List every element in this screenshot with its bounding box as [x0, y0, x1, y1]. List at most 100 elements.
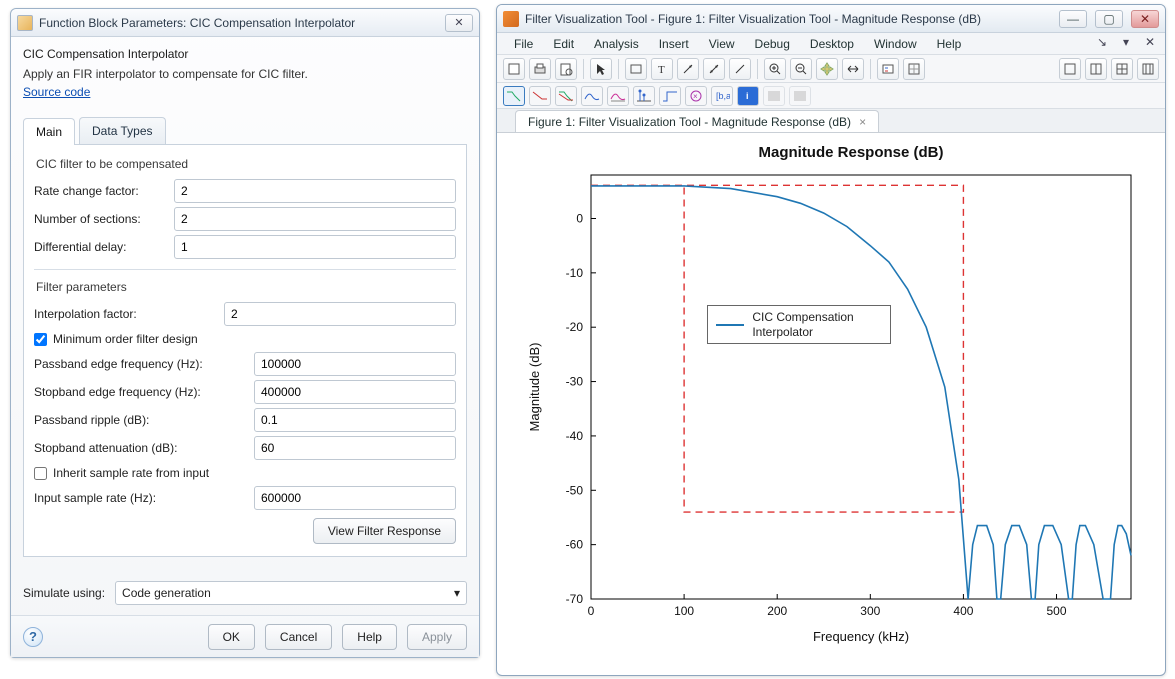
- legend-swatch: [716, 324, 744, 326]
- pan-icon[interactable]: [816, 58, 838, 80]
- stopband-edge-label: Stopband edge frequency (Hz):: [34, 385, 254, 399]
- phase-response-icon[interactable]: [529, 86, 551, 106]
- figure-doc-tab[interactable]: Figure 1: Filter Visualization Tool - Ma…: [515, 110, 879, 132]
- close-button[interactable]: ✕: [1131, 10, 1159, 28]
- polezero-icon[interactable]: ×: [685, 86, 707, 106]
- apply-button[interactable]: Apply: [407, 624, 467, 650]
- fvtool-window: Filter Visualization Tool - Figure 1: Fi…: [496, 4, 1166, 676]
- svg-text:×: ×: [693, 92, 698, 101]
- figure-titlebar[interactable]: Filter Visualization Tool - Figure 1: Fi…: [497, 5, 1165, 33]
- zoom-in-icon[interactable]: [764, 58, 786, 80]
- dialog-close-button[interactable]: ✕: [445, 14, 473, 32]
- menu-help[interactable]: Help: [928, 35, 971, 53]
- new-figure-icon[interactable]: [503, 58, 525, 80]
- cancel-button[interactable]: Cancel: [265, 624, 332, 650]
- block-parameters-dialog: Function Block Parameters: CIC Compensat…: [10, 8, 480, 658]
- stopband-edge-input[interactable]: [254, 380, 456, 404]
- mag-phase-icon[interactable]: [555, 86, 577, 106]
- magnitude-response-icon[interactable]: [503, 86, 525, 106]
- svg-text:-10: -10: [566, 266, 584, 280]
- grid-toggle-icon[interactable]: [903, 58, 925, 80]
- menu-desktop[interactable]: Desktop: [801, 35, 863, 53]
- stopband-atten-input[interactable]: [254, 436, 456, 460]
- print-preview-icon[interactable]: [555, 58, 577, 80]
- block-description: Apply an FIR interpolator to compensate …: [23, 67, 467, 81]
- layout-1x1-icon[interactable]: [1059, 58, 1081, 80]
- print-icon[interactable]: [529, 58, 551, 80]
- ok-button[interactable]: OK: [208, 624, 255, 650]
- menu-debug[interactable]: Debug: [746, 35, 799, 53]
- menu-analysis[interactable]: Analysis: [585, 35, 648, 53]
- legend-toggle-icon[interactable]: [877, 58, 899, 80]
- annotate-rect-icon[interactable]: [625, 58, 647, 80]
- annotate-arrow-icon[interactable]: [677, 58, 699, 80]
- menu-edit[interactable]: Edit: [544, 35, 583, 53]
- interp-factor-input[interactable]: [224, 302, 456, 326]
- dialog-titlebar[interactable]: Function Block Parameters: CIC Compensat…: [11, 9, 479, 37]
- svg-text:Magnitude Response (dB): Magnitude Response (dB): [758, 144, 943, 161]
- minimize-button[interactable]: —: [1059, 10, 1087, 28]
- dock-close-icon[interactable]: ✕: [1141, 35, 1159, 49]
- matlab-icon: [503, 11, 519, 27]
- layout-1x2-icon[interactable]: [1085, 58, 1107, 80]
- inherit-rate-checkbox[interactable]: [34, 467, 47, 480]
- svg-text:-40: -40: [566, 429, 584, 443]
- tab-data-types[interactable]: Data Types: [79, 117, 165, 144]
- context-help-icon[interactable]: ?: [23, 627, 43, 647]
- plot-legend[interactable]: CIC Compensation Interpolator: [707, 305, 891, 344]
- zoom-x-icon[interactable]: [842, 58, 864, 80]
- sample-rate-input[interactable]: [254, 486, 456, 510]
- menu-window[interactable]: Window: [865, 35, 926, 53]
- passband-ripple-label: Passband ripple (dB):: [34, 413, 254, 427]
- svg-text:0: 0: [576, 211, 583, 225]
- pointer-icon[interactable]: [590, 58, 612, 80]
- help-button[interactable]: Help: [342, 624, 397, 650]
- rate-change-label: Rate change factor:: [34, 184, 174, 198]
- group-delay-icon[interactable]: [581, 86, 603, 106]
- coefficients-icon[interactable]: [b,a]: [711, 86, 733, 106]
- menu-file[interactable]: File: [505, 35, 542, 53]
- menu-insert[interactable]: Insert: [650, 35, 698, 53]
- source-code-link[interactable]: Source code: [23, 85, 90, 99]
- rate-change-input[interactable]: [174, 179, 456, 203]
- min-order-label: Minimum order filter design: [53, 332, 198, 346]
- impulse-response-icon[interactable]: [633, 86, 655, 106]
- passband-ripple-input[interactable]: [254, 408, 456, 432]
- svg-text:0: 0: [588, 604, 595, 618]
- step-response-icon[interactable]: [659, 86, 681, 106]
- phase-delay-icon[interactable]: [607, 86, 629, 106]
- dock-menu-icon[interactable]: ▾: [1117, 35, 1135, 49]
- svg-text:T: T: [658, 64, 665, 76]
- zoom-out-icon[interactable]: [790, 58, 812, 80]
- annotate-line-icon[interactable]: [729, 58, 751, 80]
- dock-undock-icon[interactable]: ↘: [1093, 35, 1111, 49]
- group-cic-caption: CIC filter to be compensated: [36, 157, 456, 171]
- min-order-checkbox[interactable]: [34, 333, 47, 346]
- svg-text:200: 200: [767, 604, 787, 618]
- round-off-noise-icon[interactable]: [763, 86, 785, 106]
- figure-toolbar: T: [497, 55, 1165, 83]
- magnitude-estimate-icon[interactable]: [789, 86, 811, 106]
- plot-area: Magnitude Response (dB)0100200300400500-…: [497, 139, 1165, 659]
- figure-menubar: File Edit Analysis Insert View Debug Des…: [497, 33, 1165, 55]
- diff-delay-input[interactable]: [174, 235, 456, 259]
- annotate-text-icon[interactable]: T: [651, 58, 673, 80]
- menu-view[interactable]: View: [700, 35, 744, 53]
- fvtool-toolbar: × [b,a] i: [497, 83, 1165, 109]
- figure-doc-tab-close-icon[interactable]: ×: [859, 115, 866, 129]
- layout-2x2-icon[interactable]: [1111, 58, 1133, 80]
- maximize-button[interactable]: ▢: [1095, 10, 1123, 28]
- view-filter-response-button[interactable]: View Filter Response: [313, 518, 456, 544]
- filter-info-icon[interactable]: i: [737, 86, 759, 106]
- passband-edge-input[interactable]: [254, 352, 456, 376]
- layout-custom-icon[interactable]: [1137, 58, 1159, 80]
- tab-main[interactable]: Main: [23, 118, 75, 145]
- svg-text:500: 500: [1047, 604, 1067, 618]
- annotate-double-arrow-icon[interactable]: [703, 58, 725, 80]
- block-name: CIC Compensation Interpolator: [23, 47, 467, 61]
- simulate-using-dropdown[interactable]: Code generation ▾: [115, 581, 467, 605]
- svg-text:400: 400: [953, 604, 973, 618]
- svg-text:Magnitude (dB): Magnitude (dB): [527, 343, 542, 432]
- chevron-down-icon: ▾: [454, 586, 460, 600]
- num-sections-input[interactable]: [174, 207, 456, 231]
